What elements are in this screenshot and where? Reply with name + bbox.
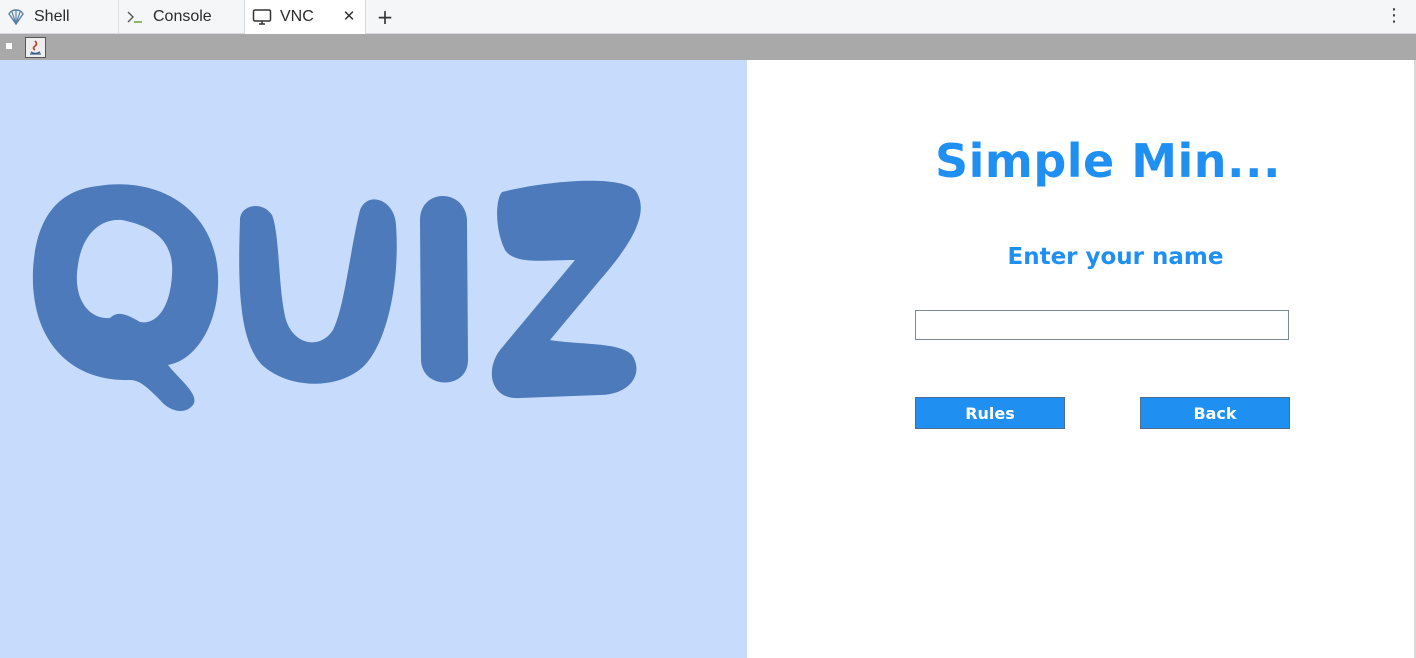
tab-bar: Shell Console VNC ✕ + ⋮ xyxy=(0,0,1416,34)
tab-shell[interactable]: Shell xyxy=(0,0,118,33)
plus-icon[interactable]: + xyxy=(374,0,396,33)
app-title: Simple Min... xyxy=(935,134,1281,188)
quiz-logo-image xyxy=(32,180,641,412)
form-panel: Simple Min... Enter your name Rules Back xyxy=(747,60,1414,658)
tab-label: Shell xyxy=(34,7,70,25)
tab-label: VNC xyxy=(280,8,314,25)
shell-icon xyxy=(6,7,26,27)
name-input[interactable] xyxy=(915,310,1289,340)
back-button[interactable]: Back xyxy=(1140,397,1290,429)
vnc-toolbar xyxy=(0,34,1416,60)
java-icon[interactable] xyxy=(25,37,46,58)
monitor-icon xyxy=(252,7,272,27)
tab-vnc[interactable]: VNC ✕ xyxy=(244,0,366,34)
close-icon[interactable]: ✕ xyxy=(339,6,359,26)
square-icon[interactable] xyxy=(6,43,12,49)
rules-button[interactable]: Rules xyxy=(915,397,1065,429)
console-icon xyxy=(125,7,145,27)
kebab-menu-icon[interactable]: ⋮ xyxy=(1384,0,1404,30)
logo-panel xyxy=(0,60,747,658)
tab-label: Console xyxy=(153,7,212,25)
name-prompt-label: Enter your name xyxy=(1007,244,1224,270)
quiz-app-window: Simple Min... Enter your name Rules Back xyxy=(0,60,1416,658)
tab-console[interactable]: Console xyxy=(119,0,244,33)
